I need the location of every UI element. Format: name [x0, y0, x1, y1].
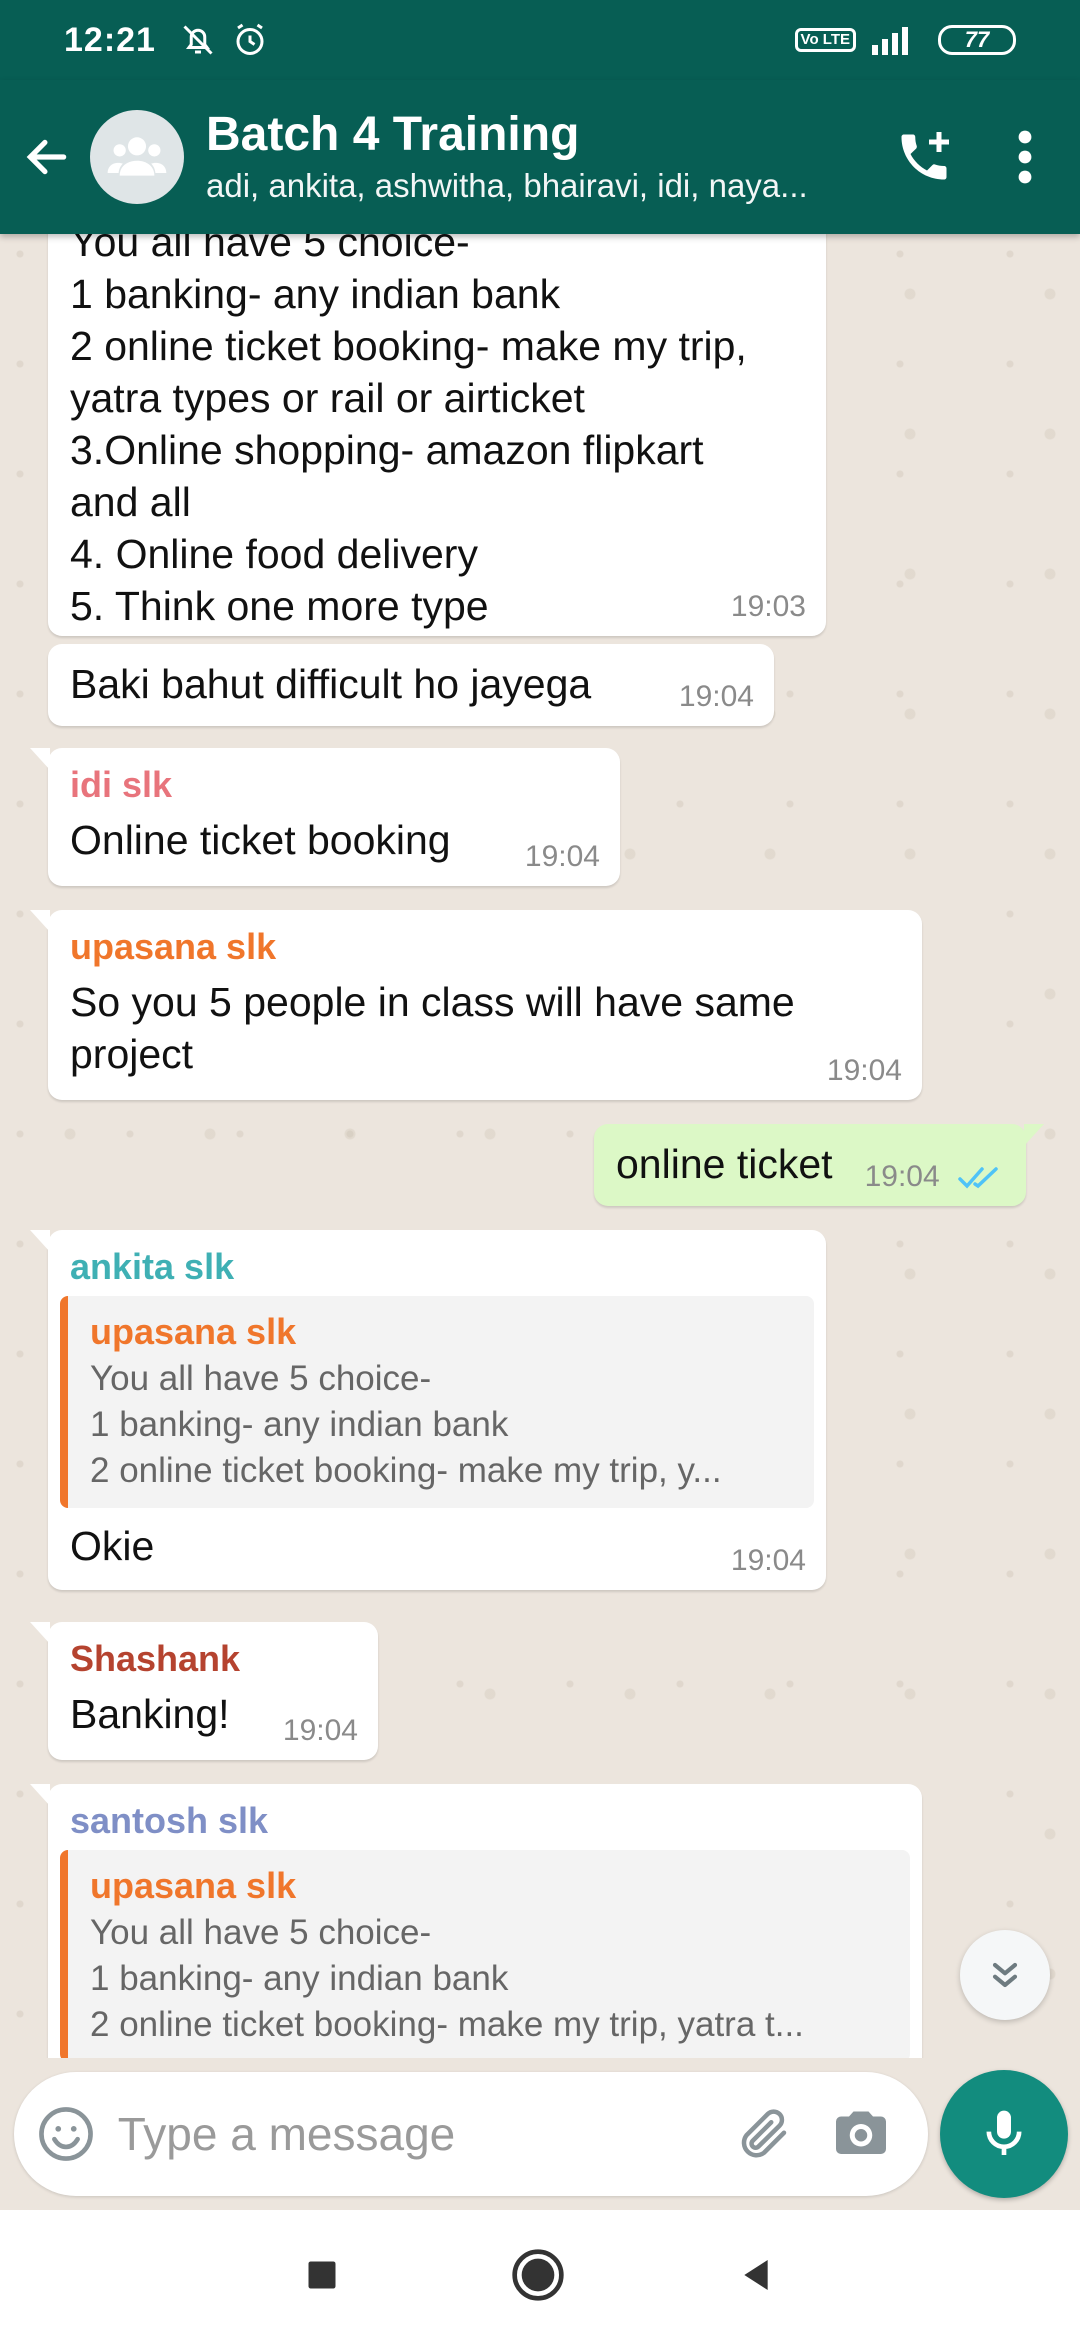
chat-title: Batch 4 Training [206, 108, 580, 161]
message-bubble[interactable]: Baki bahut difficult ho jayega 19:04 [48, 644, 774, 726]
message-time: 19:04 [282, 1714, 358, 1747]
battery-icon: 77 [938, 25, 1016, 55]
alarm-icon [236, 23, 264, 55]
emoji-icon [38, 2107, 93, 2161]
message-time: 19:04 [524, 840, 600, 873]
message-time: 19:04 [865, 1160, 1004, 1194]
message-sender[interactable]: Shashank [70, 1636, 356, 1682]
message-text: Baki bahut difficult ho jayega [70, 661, 592, 707]
message-bubble[interactable]: ankita slk upasana slk You all have 5 ch… [30, 1230, 826, 1590]
volte-icon: Vo LTE [794, 28, 856, 52]
quoted-line: You all have 5 choice- [90, 1359, 432, 1398]
chat-messages[interactable]: You all have 5 choice- 1 banking- any in… [0, 234, 1080, 2058]
attach-button[interactable] [716, 2104, 813, 2164]
message-time-text: 19:04 [864, 1160, 940, 1193]
system-nav-bar [0, 2210, 1080, 2340]
quoted-message[interactable]: upasana slk You all have 5 choice- 1 ban… [60, 1296, 814, 1508]
arrow-left-icon [26, 139, 67, 175]
message-time: 19:03 [730, 590, 806, 623]
signal-icon [872, 27, 908, 55]
emoji-button[interactable] [24, 2103, 108, 2165]
message-text: So you 5 people in class will have same … [70, 979, 795, 1077]
recents-button[interactable] [304, 2257, 340, 2293]
message-bubble[interactable]: upasana slk So you 5 people in class wil… [30, 910, 922, 1100]
quoted-line: 2 online ticket booking- make my trip, y… [90, 2005, 804, 2044]
paperclip-icon [742, 2109, 787, 2158]
message-sender[interactable]: ankita slk [60, 1244, 814, 1290]
voice-message-button[interactable] [940, 2070, 1068, 2198]
quoted-line: 1 banking- any indian bank [90, 1959, 509, 1998]
quoted-line: 1 banking- any indian bank [90, 1405, 509, 1444]
status-time: 12:21 [64, 20, 156, 59]
quoted-sender: upasana slk [90, 1865, 297, 1906]
double-check-icon [958, 1167, 998, 1189]
quoted-sender: upasana slk [90, 1311, 297, 1352]
message-sender[interactable]: idi slk [70, 762, 598, 808]
message-sender[interactable]: santosh slk [60, 1798, 910, 1844]
message-input[interactable] [117, 2107, 716, 2161]
message-bubble[interactable]: You all have 5 choice- 1 banking- any in… [48, 234, 826, 636]
phone-plus-icon [901, 132, 949, 180]
quoted-line: You all have 5 choice- [90, 1913, 432, 1952]
message-bubble[interactable]: Shashank Banking! 19:04 [30, 1622, 378, 1760]
message-text: Online ticket booking [70, 817, 451, 863]
scroll-to-bottom-button[interactable] [960, 1930, 1050, 2020]
back-button[interactable] [6, 107, 88, 207]
message-time: 19:04 [730, 1544, 806, 1577]
status-bar: 12:21 Vo LTE 77 [0, 0, 1080, 80]
group-icon [107, 137, 167, 176]
more-vert-icon [1018, 130, 1032, 184]
message-bubble[interactable]: santosh slk upasana slk You all have 5 c… [30, 1784, 922, 2058]
chat-participants: adi, ankita, ashwitha, bhairavi, idi, na… [206, 167, 808, 204]
camera-icon [836, 2111, 887, 2154]
message-composer [14, 2072, 928, 2196]
group-avatar[interactable] [90, 110, 184, 204]
add-call-button[interactable] [868, 102, 980, 212]
message-bubble[interactable]: idi slk Online ticket booking 19:04 [30, 748, 620, 886]
message-time: 19:04 [826, 1054, 902, 1087]
camera-button[interactable] [813, 2104, 910, 2164]
more-options-button[interactable] [980, 102, 1070, 212]
back-nav-button[interactable] [736, 2255, 776, 2295]
quoted-line: 2 online ticket booking- make my trip, y… [90, 1451, 722, 1490]
message-text: You all have 5 choice- 1 banking- any in… [70, 234, 747, 629]
chat-header: Batch 4 Training adi, ankita, ashwitha, … [0, 80, 1080, 234]
message-sender[interactable]: upasana slk [70, 924, 900, 970]
message-time: 19:04 [678, 680, 754, 713]
home-button[interactable] [510, 2247, 566, 2303]
chat-info[interactable]: Batch 4 Training adi, ankita, ashwitha, … [206, 106, 868, 208]
bell-off-icon [183, 25, 213, 55]
microphone-icon [986, 2110, 1022, 2155]
outgoing-message-bubble[interactable]: online ticket 19:04 [594, 1124, 1044, 1206]
double-chevron-down-icon [992, 1962, 1018, 1988]
quoted-message[interactable]: upasana slk You all have 5 choice- 1 ban… [60, 1850, 910, 2058]
message-text: Okie [70, 1523, 155, 1569]
